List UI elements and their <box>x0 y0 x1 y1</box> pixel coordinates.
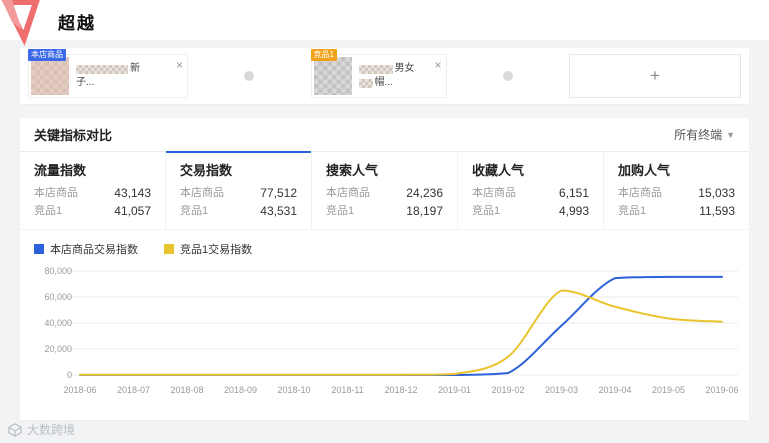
competitor-product-name: 男女 帽... <box>358 62 415 90</box>
svg-text:2018-12: 2018-12 <box>384 385 417 395</box>
legend-item-competitor[interactable]: 竞品1交易指数 <box>164 241 252 257</box>
separator-dot <box>502 71 513 81</box>
svg-text:2018-08: 2018-08 <box>170 385 203 395</box>
metric-tab-cart[interactable]: 加购人气 本店商品 15,033 竞品1 11,593 <box>604 152 749 229</box>
svg-text:2019-04: 2019-04 <box>598 385 631 395</box>
metric-tab-search[interactable]: 搜索人气 本店商品 24,236 竞品1 18,197 <box>312 152 458 229</box>
add-product-button[interactable]: + <box>569 54 741 98</box>
panel-header: 关键指标对比 所有终端 ▼ <box>20 118 749 152</box>
svg-text:40,000: 40,000 <box>44 318 72 328</box>
metric-tab-traffic[interactable]: 流量指数 本店商品 43,143 竞品1 41,057 <box>20 152 166 229</box>
svg-text:2018-06: 2018-06 <box>63 385 96 395</box>
store-product-image <box>31 57 69 95</box>
watermark-logo-icon <box>8 422 22 437</box>
terminal-filter-dropdown[interactable]: 所有终端 ▼ <box>674 126 735 143</box>
page-title: 超越 <box>58 14 96 33</box>
brand-logo-icon <box>1 0 40 46</box>
metric-tab-transaction[interactable]: 交易指数 本店商品 77,512 竞品1 43,531 <box>166 151 312 229</box>
legend-swatch-0 <box>34 244 44 254</box>
metrics-tabs: 流量指数 本店商品 43,143 竞品1 41,057 交易指数 本店商品 77,51… <box>20 151 749 230</box>
svg-text:60,000: 60,000 <box>44 292 72 302</box>
svg-text:2019-02: 2019-02 <box>491 385 524 395</box>
store-product-badge: 本店商品 <box>28 49 66 61</box>
censored-text <box>76 64 128 74</box>
trend-chart: 0 20,000 40,000 60,000 80,000 2018-06 2018-07 2… <box>20 259 749 416</box>
metric-tab-favorite[interactable]: 收藏人气 本店商品 6,151 竞品1 4,993 <box>458 152 604 229</box>
competitor-product-card[interactable]: 竞品1 男女 帽... × <box>310 49 447 98</box>
competitor-product-image <box>313 57 352 95</box>
svg-text:2019-06: 2019-06 <box>705 385 738 395</box>
legend-item-store[interactable]: 本店商品交易指数 <box>34 241 138 257</box>
censored-text <box>358 78 373 88</box>
svg-text:2018-09: 2018-09 <box>224 385 257 395</box>
svg-text:2018-07: 2018-07 <box>117 385 150 395</box>
watermark-label: 大数跨境 <box>27 423 76 437</box>
plus-icon: + <box>650 66 660 85</box>
chevron-down-icon: ▼ <box>726 129 735 140</box>
svg-text:0: 0 <box>67 370 72 380</box>
svg-text:2018-10: 2018-10 <box>277 385 310 395</box>
store-product-name: 新 子... <box>76 63 140 88</box>
key-metrics-panel: 关键指标对比 所有终端 ▼ 流量指数 本店商品 43,143 竞品1 41,057 … <box>20 118 749 420</box>
store-product-card[interactable]: 本店商品 新 子... × <box>28 49 188 98</box>
competitor-product-badge: 竞品1 <box>310 49 337 61</box>
separator-dot <box>244 71 255 81</box>
svg-text:2019-03: 2019-03 <box>545 385 578 395</box>
svg-text:20,000: 20,000 <box>44 344 72 354</box>
legend-swatch-1 <box>164 244 174 254</box>
svg-text:2019-01: 2019-01 <box>438 385 471 395</box>
product-selector: 本店商品 新 子... × 竞品1 男女 帽... × + <box>20 48 749 104</box>
remove-store-product-icon[interactable]: × <box>176 59 183 71</box>
topbar: 超越 <box>0 0 769 46</box>
remove-competitor-product-icon[interactable]: × <box>434 59 441 71</box>
line-chart-canvas: 0 20,000 40,000 60,000 80,000 2018-06 2018-07 2… <box>44 266 738 395</box>
panel-title: 关键指标对比 <box>34 128 113 143</box>
watermark: 大数跨境 <box>8 421 75 438</box>
censored-text <box>358 64 393 74</box>
svg-text:2019-05: 2019-05 <box>652 385 685 395</box>
svg-text:2018-11: 2018-11 <box>331 385 363 395</box>
chart-legend: 本店商品交易指数 竞品1交易指数 <box>20 230 749 259</box>
svg-text:80,000: 80,000 <box>44 266 72 276</box>
